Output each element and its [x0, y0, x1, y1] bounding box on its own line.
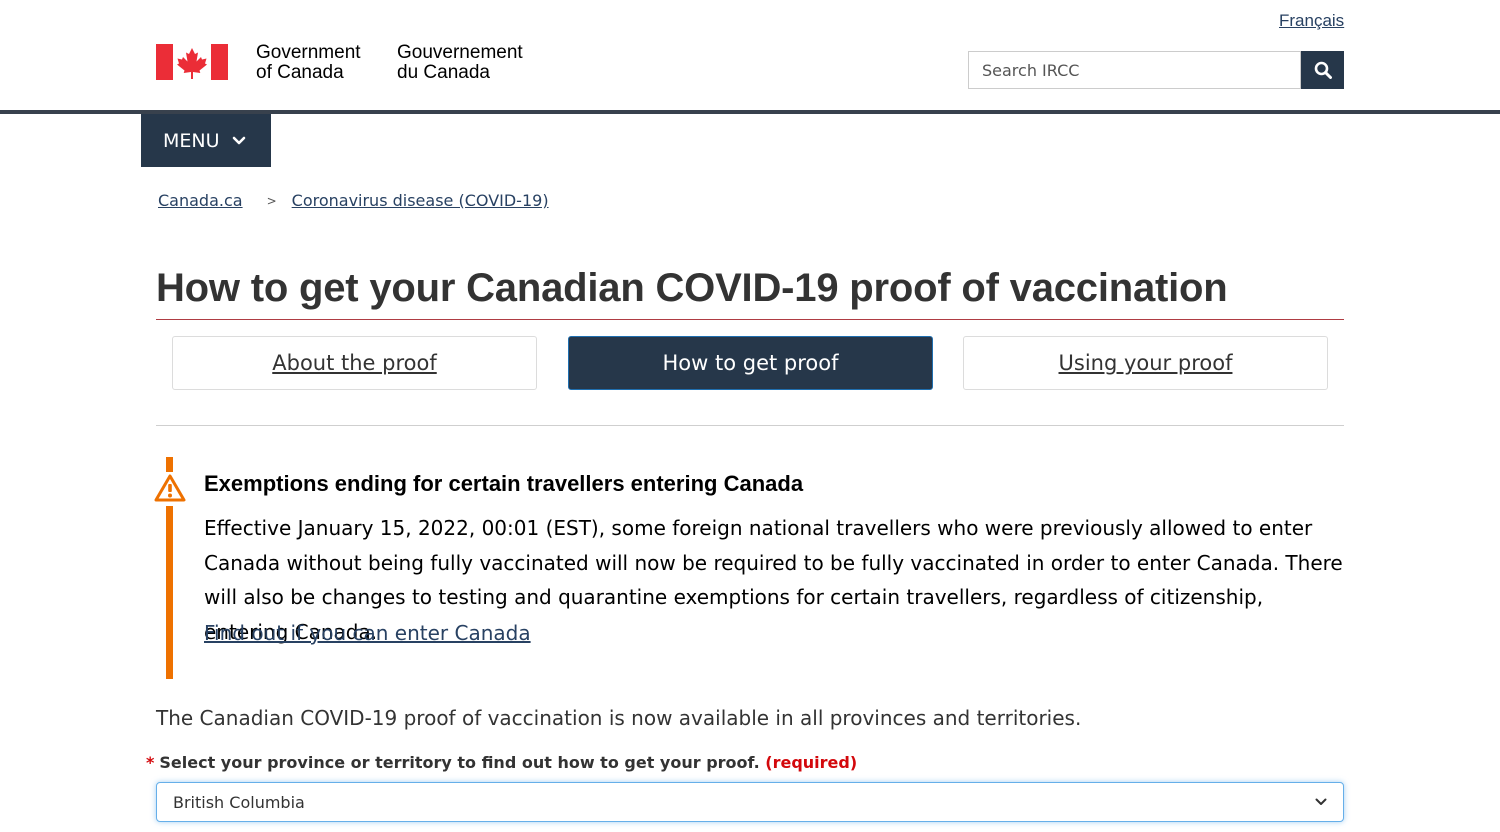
breadcrumb-link-canada[interactable]: Canada.ca [158, 191, 243, 210]
breadcrumb: Canada.ca > Coronavirus disease (COVID-1… [158, 191, 549, 210]
page-title: How to get your Canadian COVID-19 proof … [156, 266, 1228, 310]
gov-fr-line2: du Canada [397, 62, 490, 83]
tab-about-the-proof[interactable]: About the proof [172, 336, 537, 390]
required-asterisk: * [146, 753, 155, 772]
menu-label: MENU [163, 129, 220, 152]
province-select-label-text: Select your province or territory to fin… [159, 753, 760, 772]
tab-using-your-proof[interactable]: Using your proof [963, 336, 1328, 390]
tabs-divider [156, 425, 1344, 426]
search-input[interactable] [968, 51, 1301, 89]
gov-en-line2: of Canada [256, 62, 344, 83]
menu-button[interactable]: MENU [141, 114, 271, 167]
search-button[interactable] [1301, 51, 1344, 89]
canada-flag-icon [156, 44, 228, 80]
alert-heading: Exemptions ending for certain travellers… [204, 471, 804, 496]
warning-icon [154, 474, 186, 502]
chevron-down-icon [232, 136, 246, 146]
gov-en-line1: Government [256, 42, 361, 63]
government-of-canada-logo[interactable]: Government of Canada Gouvernement du Can… [156, 43, 536, 83]
breadcrumb-separator: > [266, 193, 277, 208]
gouvernement-du-canada-text: Gouvernement du Canada [397, 43, 523, 83]
province-select-label: * Select your province or territory to fi… [146, 753, 857, 772]
language-toggle-link[interactable]: Français [1279, 11, 1344, 31]
province-select-value: British Columbia [173, 792, 305, 812]
required-text: (required) [765, 753, 858, 772]
gov-fr-line1: Gouvernement [397, 42, 523, 63]
chevron-down-icon [1315, 798, 1327, 805]
search-icon [1314, 61, 1332, 79]
title-underline [156, 319, 1344, 320]
government-of-canada-text: Government of Canada [256, 43, 361, 83]
province-select[interactable]: British Columbia [156, 782, 1344, 822]
breadcrumb-link-covid[interactable]: Coronavirus disease (COVID-19) [292, 191, 549, 210]
find-out-if-you-can-enter-link[interactable]: Find out if you can enter Canada [204, 621, 531, 645]
tab-how-to-get-proof[interactable]: How to get proof [568, 336, 933, 390]
search-form [968, 51, 1344, 89]
intro-paragraph: The Canadian COVID-19 proof of vaccinati… [156, 706, 1082, 730]
